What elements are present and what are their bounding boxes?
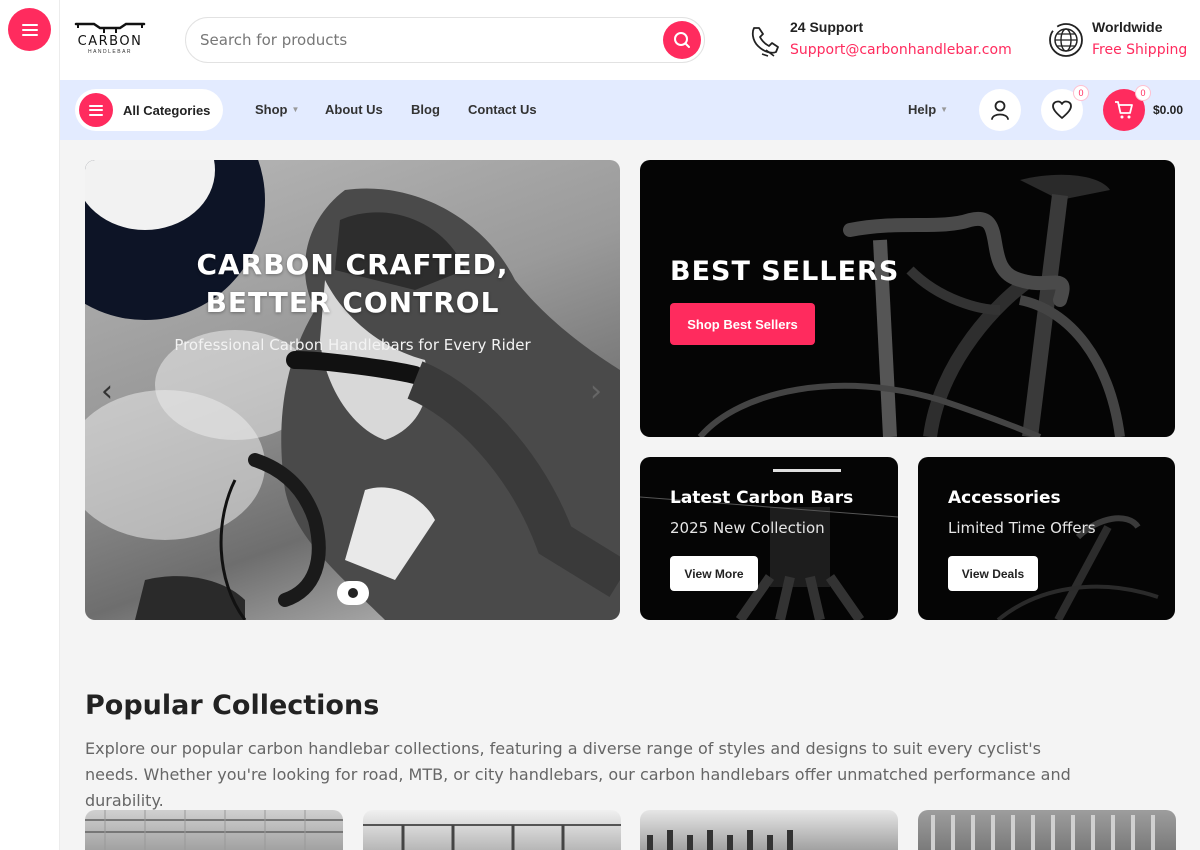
accessories-title: Accessories: [948, 488, 1061, 508]
all-categories-button[interactable]: All Categories: [75, 89, 223, 131]
collection-image: [363, 824, 621, 850]
collection-image: [85, 810, 343, 850]
collection-card[interactable]: [918, 810, 1176, 850]
search-input[interactable]: [200, 18, 640, 62]
categories-menu-icon: [79, 93, 113, 127]
search-button[interactable]: [663, 21, 701, 59]
popular-collections-title: Popular Collections: [85, 690, 380, 721]
cart-total: $0.00: [1153, 103, 1184, 117]
view-deals-button[interactable]: View Deals: [948, 556, 1038, 591]
best-sellers-title: BEST SELLERS: [670, 256, 900, 287]
nav-shop[interactable]: Shop ▼: [255, 102, 299, 117]
popular-collections-description: Explore our popular carbon handlebar col…: [85, 739, 1071, 810]
nav-about-us[interactable]: About Us: [325, 102, 383, 117]
search-icon: [674, 32, 690, 48]
shop-best-sellers-button[interactable]: Shop Best Sellers: [670, 303, 815, 345]
hero-slider: CARBON CRAFTED, BETTER CONTROL Professio…: [85, 160, 620, 620]
logo-subtext: HANDLEBAR: [87, 49, 133, 55]
shipping-title: Worldwide: [1092, 19, 1163, 35]
globe-icon: [1049, 23, 1083, 57]
shipping-subtitle: Free Shipping: [1092, 42, 1188, 58]
bike-accessory-image: [996, 515, 1159, 620]
wishlist-button[interactable]: 0: [1041, 85, 1089, 131]
chevron-down-icon: ▼: [940, 105, 949, 114]
nav-contact-us[interactable]: Contact Us: [468, 102, 537, 117]
view-more-button[interactable]: View More: [670, 556, 758, 591]
chevron-down-icon: ▼: [291, 105, 300, 114]
support-info: 24 Support Support@carbonhandlebar.com: [744, 18, 1014, 64]
cart-count-badge: 0: [1135, 85, 1151, 101]
collection-image: [647, 830, 793, 850]
site-logo[interactable]: CARBON HANDLEBAR: [74, 18, 146, 60]
hamburger-icon: [21, 23, 38, 36]
support-email-link[interactable]: Support@carbonhandlebar.com: [790, 42, 1012, 58]
shipping-info: Worldwide Free Shipping: [1046, 18, 1196, 64]
bike-image: [697, 174, 1125, 437]
wishlist-count-badge: 0: [1073, 85, 1089, 101]
nav-blog[interactable]: Blog: [411, 102, 440, 117]
logo-text: CARBON: [77, 34, 143, 49]
nav-help-label: Help: [908, 102, 937, 117]
all-categories-label: All Categories: [123, 102, 211, 118]
nav-shop-label: Shop: [255, 102, 288, 117]
nav-help[interactable]: Help ▼: [908, 102, 948, 117]
slider-pagination-dot[interactable]: [337, 581, 369, 605]
collection-card[interactable]: [363, 810, 621, 850]
collection-image: [931, 815, 1155, 850]
heart-icon: [1052, 100, 1072, 119]
collection-card[interactable]: [640, 810, 898, 850]
collection-card[interactable]: [85, 810, 343, 850]
left-rail: [0, 0, 60, 850]
slider-next-arrow[interactable]: ›: [590, 374, 602, 409]
best-sellers-card[interactable]: BEST SELLERS Shop Best Sellers: [640, 160, 1175, 437]
hero-title: CARBON CRAFTED, BETTER CONTROL: [196, 248, 509, 319]
support-phone-icon: [751, 27, 779, 57]
accessories-subtitle: Limited Time Offers: [948, 519, 1096, 537]
cart-button[interactable]: 0: [1103, 85, 1151, 131]
latest-carbon-bars-title: Latest Carbon Bars: [670, 488, 854, 508]
cart-icon: [1115, 101, 1133, 119]
hero-subtitle: Professional Carbon Handlebars for Every…: [174, 336, 531, 354]
support-title: 24 Support: [790, 19, 864, 35]
search-bar: [185, 17, 705, 63]
slider-prev-arrow[interactable]: ‹: [101, 374, 113, 409]
user-icon: [991, 100, 1009, 120]
cyclist-image: [135, 188, 620, 620]
account-button[interactable]: [979, 89, 1021, 131]
product-display-image: [640, 469, 898, 620]
main-nav: All Categories Shop ▼ About Us Blog Conta…: [60, 80, 1200, 140]
latest-carbon-bars-card[interactable]: Latest Carbon Bars 2025 New Collection V…: [640, 457, 898, 620]
menu-toggle-button[interactable]: [8, 8, 51, 51]
accessories-card[interactable]: Accessories Limited Time Offers View Dea…: [918, 457, 1175, 620]
latest-carbon-bars-subtitle: 2025 New Collection: [670, 519, 825, 537]
top-header: CARBON HANDLEBAR 24 Support Support@carb…: [60, 0, 1200, 80]
